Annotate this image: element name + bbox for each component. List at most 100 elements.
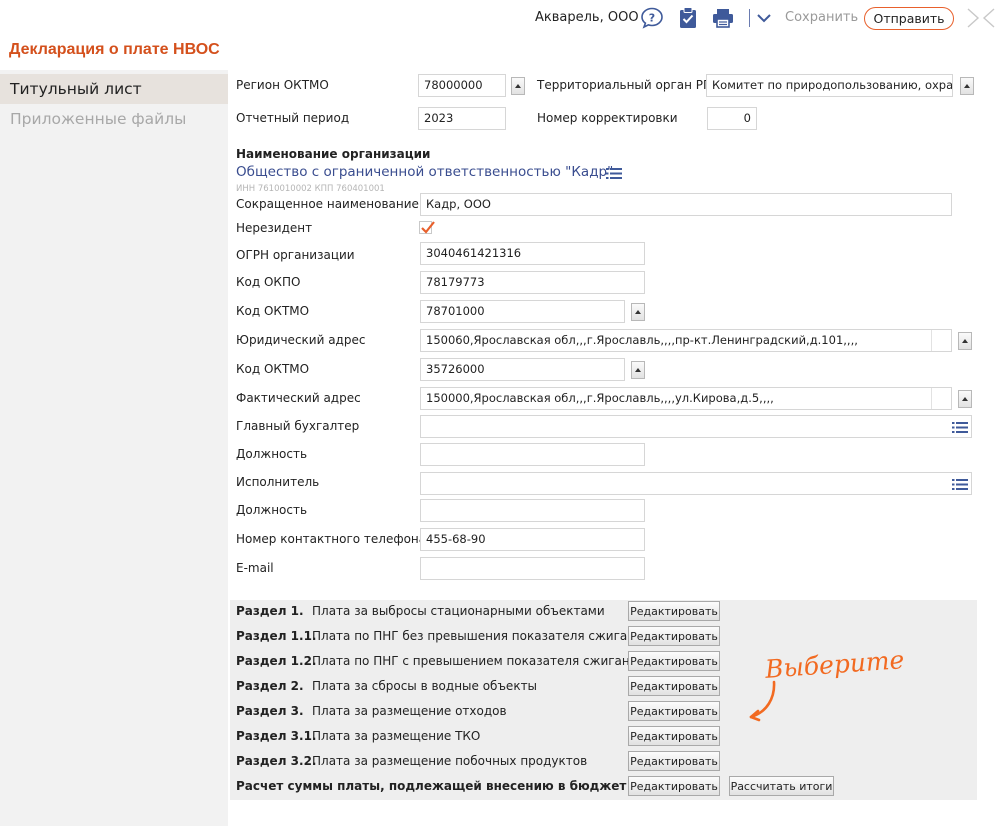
legal-address-label: Юридический адрес [236,333,366,347]
field-divider [931,330,932,351]
sidebar: Титульный лист Приложенные файлы [0,70,228,826]
correction-number-field[interactable]: 0 [707,107,757,130]
section-label: Раздел 3. [236,704,304,718]
phone-label: Номер контактного телефона [236,532,427,546]
legal-address-field[interactable]: 150060,Ярославская обл,,,г.Ярославль,,,,… [420,329,952,352]
section-label: Раздел 1.1. [236,629,317,643]
territorial-organ-picker-button[interactable] [960,77,974,95]
edit-section-2-button[interactable]: Редактировать [628,676,720,696]
annotation-arrow-icon [749,680,776,722]
section-description: Плата за сбросы в водные объекты [312,679,538,693]
edit-section-3-2-button[interactable]: Редактировать [628,751,720,771]
okpo-label: Код ОКПО [236,275,301,289]
executor-list-icon[interactable] [952,477,968,491]
org-selector[interactable]: Акварель, ООО [535,10,639,25]
oktmo-actual-label: Код ОКТМО [236,362,310,376]
actual-address-value: 150000,Ярославская обл,,,г.Ярославль,,,,… [426,391,774,405]
sidebar-item-attached-files[interactable]: Приложенные файлы [0,104,228,134]
arrow-up-icon [635,310,641,314]
ogrn-label: ОГРН организации [236,248,355,262]
oktmo-legal-label: Код ОКТМО [236,304,310,318]
okpo-field[interactable]: 78179773 [420,271,645,294]
oktmo-legal-picker-button[interactable] [631,303,645,321]
chief-accountant-field[interactable] [420,415,972,438]
oktmo-actual-field[interactable]: 35726000 [420,358,625,381]
printer-icon[interactable] [711,6,735,30]
org-section-heading: Наименование организации [236,147,431,161]
email-label: E-mail [236,561,274,575]
toolbar-divider [749,9,750,27]
save-button[interactable]: Сохранить [785,10,858,25]
edit-total-button[interactable]: Редактировать [628,776,720,796]
actual-address-field[interactable]: 150000,Ярославская обл,,,г.Ярославль,,,,… [420,387,952,410]
actual-address-label: Фактический адрес [236,391,361,405]
period-label: Отчетный период [236,111,350,125]
close-icon[interactable] [966,6,996,30]
legal-address-value: 150060,Ярославская обл,,,г.Ярославль,,,,… [426,333,858,347]
sidebar-item-title-page[interactable]: Титульный лист [0,74,228,104]
email-field[interactable] [420,557,645,580]
section-label: Раздел 1. [236,604,304,618]
edit-section-1-button[interactable]: Редактировать [628,601,720,621]
inn-kpp-text: ИНН 7610010002 КПП 760401001 [236,184,385,194]
legal-address-picker-button[interactable] [958,332,972,350]
top-toolbar: Акварель, ООО ? Сохранить Отправить [0,0,1001,36]
edit-section-3-1-button[interactable]: Редактировать [628,726,720,746]
edit-section-1-1-button[interactable]: Редактировать [628,626,720,646]
checkmark-icon [421,221,435,234]
region-oktmo-picker-button[interactable] [511,77,525,95]
oktmo-actual-picker-button[interactable] [631,361,645,379]
correction-number-label: Номер корректировки [537,111,678,125]
section-label: Раздел 3.2. [236,754,317,768]
executor-position-field[interactable] [420,499,645,522]
nonresident-checkbox[interactable] [419,221,435,234]
section-description: Плата за выбросы стационарными объектами [312,604,605,618]
section-label: Раздел 1.2. [236,654,317,668]
region-oktmo-label: Регион ОКТМО [236,78,329,92]
field-divider [931,388,932,409]
phone-field[interactable]: 455-68-90 [420,528,645,551]
chief-accountant-list-icon[interactable] [952,420,968,434]
position-label: Должность [236,503,308,517]
chief-accountant-position-field[interactable] [420,443,645,466]
actual-address-picker-button[interactable] [958,390,972,408]
chief-accountant-label: Главный бухгалтер [236,419,360,433]
edit-section-3-button[interactable]: Редактировать [628,701,720,721]
arrow-up-icon [962,397,968,401]
chevron-down-icon[interactable] [752,6,776,30]
calculate-totals-button[interactable]: Рассчитать итоги [729,776,834,796]
svg-text:?: ? [649,12,655,25]
help-icon[interactable]: ? [640,6,664,30]
section-label: Раздел 3.1. [236,729,317,743]
short-name-label: Сокращенное наименование [236,197,419,211]
clipboard-check-icon[interactable] [676,6,700,30]
region-oktmo-field[interactable]: 78000000 [418,74,506,97]
executor-label: Исполнитель [236,475,320,489]
executor-field[interactable] [420,472,972,495]
page-title: Декларация о плате НВОС [9,41,220,58]
territorial-organ-field[interactable]: Комитет по природопользованию, охран… [706,74,953,97]
arrow-up-icon [964,84,970,88]
period-field[interactable]: 2023 [418,107,506,130]
position-label: Должность [236,447,308,461]
section-label: Раздел 2. [236,679,304,693]
nonresident-label: Нерезидент [236,221,313,235]
arrow-up-icon [635,368,641,372]
short-name-field[interactable]: Кадр, ООО [420,193,952,216]
ogrn-field[interactable]: 3040461421316 [420,242,645,265]
org-full-name-link[interactable]: Общество с ограниченной ответственностью… [236,164,613,180]
send-button[interactable]: Отправить [864,7,954,30]
sections-panel: Раздел 1. Плата за выбросы стационарными… [230,600,977,800]
section-description: Плата по ПНГ с превышением показателя сж… [312,654,645,668]
section-description: Плата за размещение побочных продуктов [312,754,588,768]
arrow-up-icon [515,84,521,88]
org-list-icon[interactable] [606,166,622,180]
section-description: Плата по ПНГ без превышения показателя с… [312,629,651,643]
arrow-up-icon [962,339,968,343]
section-description: Плата за размещение ТКО [312,729,481,743]
territorial-organ-label: Территориальный орган РПН [537,78,722,92]
oktmo-legal-field[interactable]: 78701000 [420,300,625,323]
section-description: Плата за размещение отходов [312,704,507,718]
edit-section-1-2-button[interactable]: Редактировать [628,651,720,671]
total-label: Расчет суммы платы, подлежащей внесению … [236,779,627,793]
